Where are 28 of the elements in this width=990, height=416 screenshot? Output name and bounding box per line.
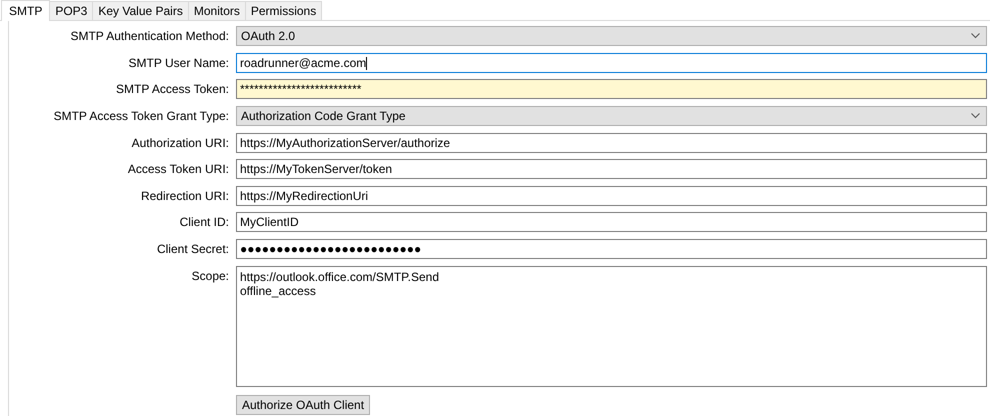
field-label: SMTP Access Token Grant Type: [52, 108, 229, 125]
chevron-down-icon [971, 33, 980, 39]
tab[interactable]: Monitors [188, 1, 246, 20]
field-label: Scope: [190, 268, 229, 285]
text-area[interactable]: https://outlook.office.com/SMTP.Send offline_access [236, 266, 987, 387]
chevron-down-icon [971, 112, 980, 119]
field-label: SMTP User Name: [128, 54, 229, 72]
authorize-button[interactable]: Authorize OAuth Client [236, 395, 370, 416]
field-label: Redirection URI: [140, 188, 229, 205]
password-field[interactable]: ●●●●●●●●●●●●●●●●●●●●●●●●● [236, 239, 987, 260]
text-field[interactable]: https://MyTokenServer/token [236, 159, 987, 180]
field-label: Client Secret: [156, 241, 229, 258]
text-field[interactable]: MyClientID [236, 212, 987, 232]
text-field[interactable]: ************************** [236, 79, 987, 100]
field-label: Client ID: [178, 214, 229, 232]
tab[interactable]: SMTP [1, 0, 50, 21]
tab[interactable]: POP3 [49, 1, 94, 20]
text-field[interactable]: https://MyAuthorizationServer/authorize [236, 132, 987, 153]
field-label: SMTP Access Token: [115, 81, 229, 98]
text-field[interactable]: roadrunner@acme.com [236, 52, 987, 73]
field-label: SMTP Authentication Method: [69, 28, 229, 45]
dropdown[interactable]: OAuth 2.0 [236, 26, 987, 46]
tab[interactable]: Permissions [244, 1, 322, 20]
tab[interactable]: Key Value Pairs [92, 1, 189, 20]
text-field[interactable]: https://MyRedirectionUri [236, 186, 987, 206]
dropdown[interactable]: Authorization Code Grant Type [236, 106, 987, 126]
field-label: Authorization URI: [130, 134, 229, 152]
field-label: Access Token URI: [126, 161, 229, 178]
